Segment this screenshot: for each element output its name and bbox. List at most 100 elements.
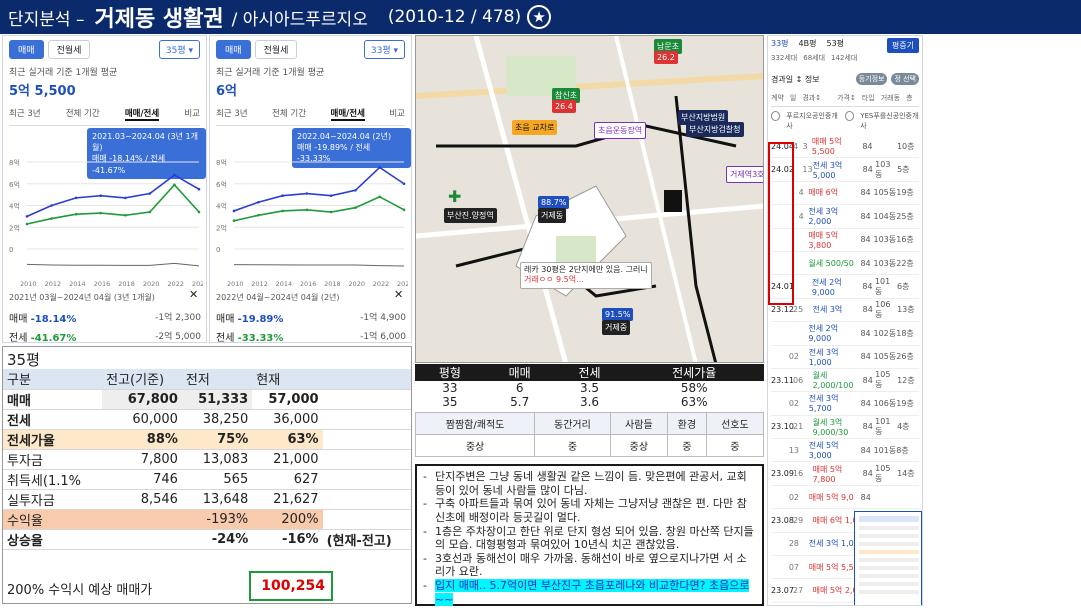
days-elapsed: 3 <box>802 141 808 151</box>
map-label-station[interactable]: 부산진.양정역 <box>444 208 497 223</box>
map-label-station[interactable]: 거제역3호선 <box>726 166 763 183</box>
size-select[interactable]: 33평 ▾ <box>363 40 405 59</box>
table-row[interactable]: 전세 2억 9,000 84 102동 18층 <box>771 322 919 346</box>
note-item: 1층은 주차장이고 한단 위로 단지 형성 되어 있음. 창원 마산쪽 단지들의… <box>423 525 756 552</box>
contract-day: 4 <box>793 141 799 151</box>
summary-table: 구분 전고(기준) 전저 현재 매매 67,800 51,333 57,000 … <box>3 369 411 550</box>
table-row[interactable]: 23.10 21 월세 3억 9,000/30 84 101동 4층 <box>771 416 919 440</box>
deal-floor: 14층 <box>897 469 915 479</box>
unit-count: 68세대 <box>803 54 826 62</box>
header-cell: 매매 <box>484 364 555 381</box>
table-cell: 60,000 <box>102 409 182 430</box>
table-header-row: 짬짬함/쾌적도 동간거리 사람들 환경 선호도 <box>414 412 765 435</box>
table-row[interactable]: 23.11 06 월세 2,000/100 84 105동 12층 <box>771 369 919 393</box>
period-tabs: 최근 3년 전체 기간 매매/전세 비교 <box>216 107 405 126</box>
table-cell: 67,800 <box>102 389 182 410</box>
data-point <box>281 194 284 198</box>
deal-price: 전세 3억 <box>812 305 843 315</box>
contract-month: 23.08 <box>771 515 794 525</box>
price-note: 최근 실거래 기준 1개월 평균 <box>216 68 325 78</box>
tab-sale[interactable]: 매매 <box>9 40 44 59</box>
y-tick-label: 2억 <box>216 224 227 232</box>
table-row[interactable]: 13 전세 5억 3,000 84 101동 8층 <box>771 439 919 463</box>
data-point <box>123 213 127 217</box>
size-tab[interactable]: 33평 <box>771 38 789 53</box>
x-tick-label: 2012 <box>45 280 62 288</box>
chip-select[interactable]: 정 선택 <box>891 73 919 85</box>
deal-type: 84 <box>860 445 871 455</box>
deal-building: 103동 <box>873 235 897 245</box>
table-cell: 3.6 <box>579 395 600 409</box>
deal-type: 84 <box>860 188 871 198</box>
header-cell: 평형 <box>415 364 485 381</box>
contract-day: 25 <box>793 305 804 315</box>
table-row[interactable]: 02 매매 5억 9,0 84 <box>771 486 919 510</box>
jeonse-pct: -33.33% <box>237 333 284 344</box>
broker-name[interactable]: 푸르지오공인중개사 <box>786 111 839 131</box>
filter-button[interactable]: 평증기 <box>886 38 919 53</box>
map-label-intersection[interactable]: 초읍 교차로 <box>512 120 558 135</box>
table-row[interactable]: 02 전세 3억 1,000 84 105동 26층 <box>771 346 919 369</box>
note-item: 단지주변은 그냥 동네 생활권 같은 느낌이 듬. 맞은편에 관공서, 교회등이… <box>423 470 756 497</box>
deal-price: 매매 5억 9,0 <box>808 492 854 502</box>
map-label-station[interactable]: 초읍운동장역 <box>594 122 647 139</box>
col-header[interactable]: 타입 <box>862 93 875 103</box>
evaluation-table: 짬짬함/쾌적도 동간거리 사람들 환경 선호도 중상 중 중상 중 중 <box>414 412 765 457</box>
header-cell: 전세 <box>554 364 625 381</box>
size-tab[interactable]: 53평 <box>827 38 845 53</box>
tab-period-3y[interactable]: 최근 3년 <box>9 107 41 121</box>
deal-price: 매매 5억 5,5 <box>808 562 854 572</box>
table-row[interactable]: 23.09 16 매매 5억 7,800 84 105동 14층 <box>771 462 919 486</box>
row-label: 투자금 <box>3 449 103 470</box>
size-select[interactable]: 35평 ▾ <box>158 40 200 59</box>
map-label-complex[interactable]: 거제동 <box>538 208 567 223</box>
col-header[interactable]: 층 <box>906 93 912 103</box>
col-header[interactable]: 가격↕ <box>837 93 856 103</box>
jeonse-label: 전세 <box>216 333 235 344</box>
contract-day: 21 <box>793 422 804 432</box>
tab-period-compare-type[interactable]: 매매/전세 <box>124 107 160 121</box>
tab-period-compare-type[interactable]: 매매/전세 <box>330 107 365 121</box>
tab-rent[interactable]: 전월세 <box>254 40 298 59</box>
row-label: 수익율 <box>3 509 103 530</box>
tab-period-compare[interactable]: 비교 <box>184 107 200 121</box>
table-cell: 75% <box>181 429 253 450</box>
col-header[interactable]: 일 <box>790 93 796 103</box>
table-cell <box>102 509 182 530</box>
header-cell: 짬짬함/쾌적도 <box>414 412 536 435</box>
tab-period-all[interactable]: 전체 기간 <box>66 107 100 121</box>
data-point <box>354 206 357 209</box>
x-tick-label: 2020 <box>143 280 160 288</box>
tab-rent[interactable]: 전월세 <box>47 40 91 59</box>
broker-name[interactable]: YES푸를신공인중개사 <box>860 111 919 131</box>
table-cell: 38,250 <box>181 409 253 430</box>
col-header[interactable]: 경과↕ <box>802 93 821 103</box>
tab-period-all[interactable]: 전체 기간 <box>272 107 306 121</box>
map-label-prosecutor[interactable]: 부산지방검찰청 <box>686 122 744 137</box>
col-header[interactable]: 계약 <box>771 93 784 103</box>
x-tick-label: 2016 <box>94 280 111 288</box>
tab-period-compare[interactable]: 비교 <box>389 107 405 121</box>
col-header[interactable]: 거래동 <box>881 93 900 103</box>
tooltip-line1: 2022.04~2024.04 (2년) <box>297 132 392 141</box>
size-tab[interactable]: 4B평 <box>799 38 817 53</box>
page-meta: (2010-12 / 478) <box>387 7 522 27</box>
data-point <box>99 211 103 215</box>
unit-count: 142세대 <box>831 54 858 62</box>
table-cell: 13,648 <box>181 489 253 510</box>
tab-period-3y[interactable]: 최근 3년 <box>216 107 248 121</box>
x-tick-label: 2022 <box>167 280 184 288</box>
table-row[interactable]: 02 전세 3억 5,700 84 106동 19층 <box>771 392 919 416</box>
close-icon[interactable]: ✕ <box>394 288 403 301</box>
ratio-line <box>233 264 405 267</box>
sort-control[interactable]: 경과일 ↕ 정보 <box>771 74 820 85</box>
change-summary: 매매 -18.14% -1억 2,300 전세 -41.67% -2억 5,000 <box>9 310 201 344</box>
table-row: 35 5.7 3.6 63% <box>415 395 764 409</box>
location-map[interactable]: 남문초 26.2 참신초 26.4 초읍 교차로 초읍운동장역 부산지방법원 부… <box>415 35 764 363</box>
map-label-complex[interactable]: 거제중 <box>602 320 631 335</box>
series-line-sale <box>233 166 405 212</box>
close-icon[interactable]: ✕ <box>189 288 198 301</box>
tab-sale[interactable]: 매매 <box>216 40 251 59</box>
chip-registry[interactable]: 등기정보 <box>855 73 888 85</box>
jeonse-amt: -2억 5,000 <box>155 332 201 342</box>
